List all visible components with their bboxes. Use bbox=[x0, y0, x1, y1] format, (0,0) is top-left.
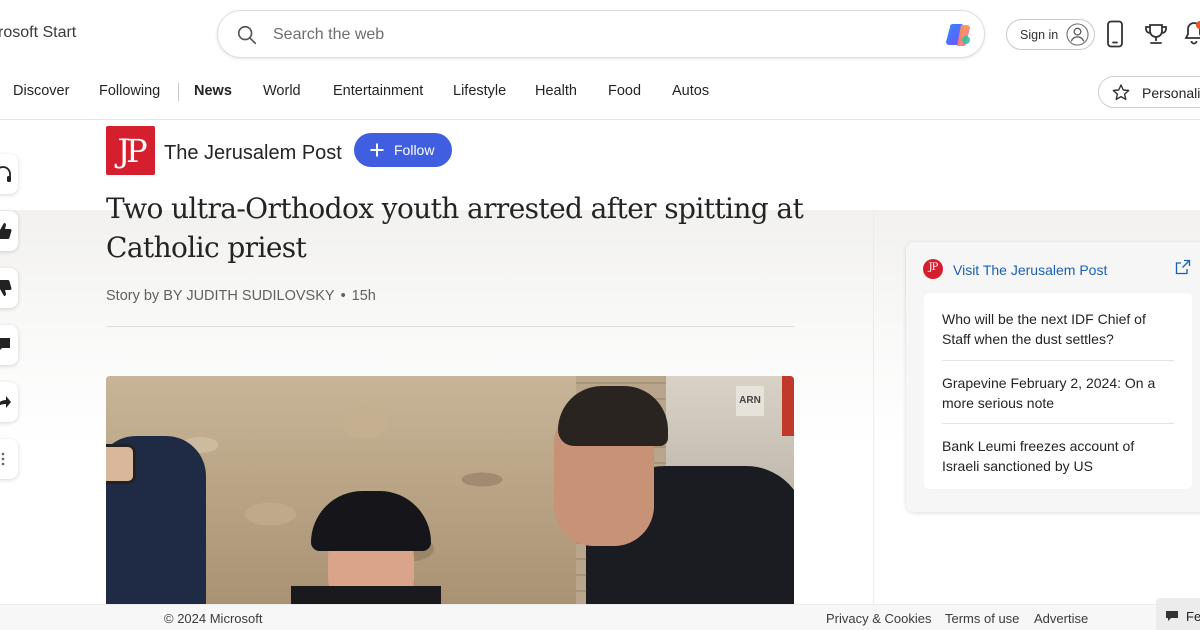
nav-item-following[interactable]: Following bbox=[99, 83, 160, 99]
column-divider bbox=[873, 210, 874, 604]
copyright: © 2024 Microsoft bbox=[164, 611, 263, 626]
publisher-card: JP Visit The Jerusalem Post Who will be … bbox=[906, 242, 1200, 512]
more-icon bbox=[1, 452, 5, 466]
feedback-button[interactable]: Fe bbox=[1156, 598, 1200, 630]
list-divider bbox=[942, 360, 1174, 361]
priest-hair bbox=[558, 386, 668, 446]
privacy-link[interactable]: Privacy & Cookies bbox=[826, 611, 931, 626]
thumbs-down-icon bbox=[0, 280, 12, 296]
like-button[interactable] bbox=[0, 211, 18, 251]
visit-publisher-link[interactable]: Visit The Jerusalem Post bbox=[953, 262, 1107, 278]
header-divider bbox=[106, 326, 794, 327]
thumbs-up-icon bbox=[0, 223, 12, 239]
bell-icon[interactable] bbox=[1183, 20, 1200, 46]
nav-separator bbox=[178, 83, 179, 101]
article-headline: Two ultra-Orthodox youth arrested after … bbox=[106, 192, 804, 264]
headphones-icon bbox=[0, 166, 11, 182]
personalize-button[interactable]: Personaliz bbox=[1098, 76, 1200, 108]
listen-button[interactable] bbox=[0, 154, 18, 194]
follow-button[interactable]: Follow bbox=[354, 133, 452, 167]
nav-item-autos[interactable]: Autos bbox=[672, 83, 709, 99]
sign-in-label: Sign in bbox=[1020, 28, 1059, 42]
search-input[interactable] bbox=[273, 22, 913, 48]
glasses bbox=[106, 444, 136, 484]
feedback-icon bbox=[1166, 611, 1178, 621]
nav-item-news[interactable]: News bbox=[194, 83, 232, 99]
publisher-card-logo: JP bbox=[923, 259, 943, 279]
comment-icon bbox=[0, 338, 10, 350]
search-box[interactable] bbox=[217, 10, 985, 58]
publisher-name[interactable]: The Jerusalem Post bbox=[164, 142, 342, 165]
more-button[interactable] bbox=[0, 439, 18, 479]
advertise-link[interactable]: Advertise bbox=[1034, 611, 1088, 626]
nav-item-entertainment[interactable]: Entertainment bbox=[333, 83, 423, 99]
person-left bbox=[106, 436, 206, 606]
share-icon bbox=[0, 396, 11, 408]
follow-label: Follow bbox=[394, 142, 435, 158]
list-item[interactable]: Grapevine February 2, 2024: On a more se… bbox=[942, 373, 1167, 413]
dislike-button[interactable] bbox=[0, 268, 18, 308]
phone-icon[interactable] bbox=[1105, 20, 1125, 48]
nav-item-food[interactable]: Food bbox=[608, 83, 641, 99]
copilot-icon[interactable] bbox=[944, 20, 974, 50]
plus-icon bbox=[370, 143, 384, 157]
nav-item-health[interactable]: Health bbox=[535, 83, 577, 99]
personalize-label: Personaliz bbox=[1142, 85, 1200, 101]
wall-sign: ARN bbox=[736, 386, 764, 416]
brand-logo-text[interactable]: rosoft Start bbox=[0, 24, 76, 42]
byline-dot: • bbox=[340, 288, 346, 304]
user-icon bbox=[1066, 23, 1089, 46]
publisher-logo[interactable]: JP bbox=[106, 126, 155, 175]
share-button[interactable] bbox=[0, 382, 18, 422]
external-link-icon[interactable] bbox=[1175, 259, 1191, 275]
sign-in-button[interactable]: Sign in bbox=[1006, 19, 1095, 50]
article-image[interactable]: ARN bbox=[106, 376, 794, 606]
feedback-label: Fe bbox=[1186, 609, 1200, 624]
nav-item-discover[interactable]: Discover bbox=[13, 83, 69, 99]
list-item[interactable]: Bank Leumi freezes account of Israeli sa… bbox=[942, 436, 1167, 476]
publisher-article-list: Who will be the next IDF Chief of Staff … bbox=[924, 293, 1192, 489]
list-item[interactable]: Who will be the next IDF Chief of Staff … bbox=[942, 309, 1167, 349]
byline-author: Story by BY JUDITH SUDILOVSKY bbox=[106, 288, 335, 304]
nav-item-lifestyle[interactable]: Lifestyle bbox=[453, 83, 506, 99]
list-divider bbox=[942, 423, 1174, 424]
terms-link[interactable]: Terms of use bbox=[945, 611, 1019, 626]
page-footer: © 2024 Microsoft Privacy & Cookies Terms… bbox=[0, 604, 1200, 630]
article-byline: Story by BY JUDITH SUDILOVSKY • 15h bbox=[106, 288, 376, 304]
youth-body bbox=[291, 586, 441, 606]
nav-divider bbox=[0, 119, 1200, 120]
search-icon bbox=[237, 25, 257, 45]
star-icon bbox=[1112, 84, 1130, 101]
category-nav: Discover Following News World Entertainm… bbox=[0, 72, 760, 112]
trophy-icon[interactable] bbox=[1143, 22, 1169, 46]
nav-item-world[interactable]: World bbox=[263, 83, 301, 99]
red-awning bbox=[782, 376, 794, 436]
byline-age: 15h bbox=[351, 288, 376, 304]
comment-button[interactable] bbox=[0, 325, 18, 365]
